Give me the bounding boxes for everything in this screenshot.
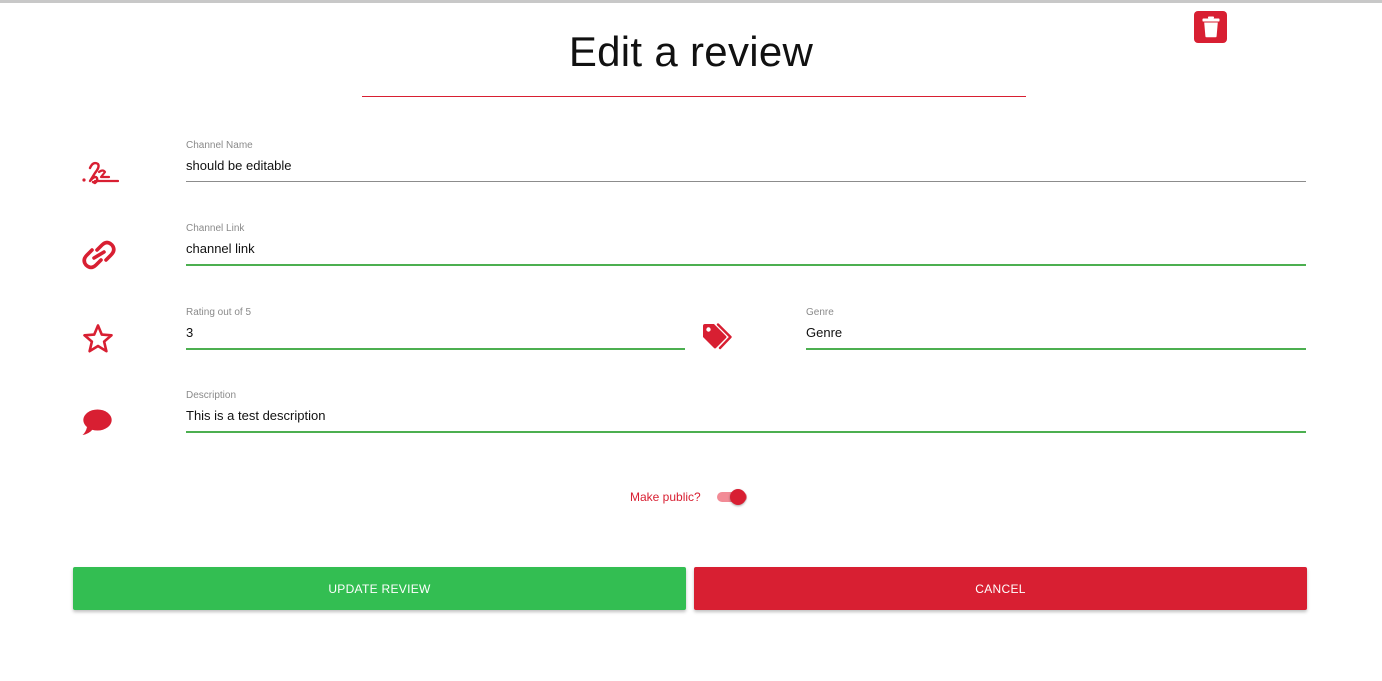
make-public-control: Make public?	[630, 486, 749, 508]
rating-field: Rating out of 5	[186, 307, 685, 354]
top-border	[0, 0, 1382, 3]
channel-name-input[interactable]	[186, 154, 1306, 176]
rating-label: Rating out of 5	[186, 307, 252, 318]
make-public-label: Make public?	[630, 490, 701, 504]
edit-review-page: Edit a review Channel Name Channel Link	[0, 0, 1382, 681]
cancel-button[interactable]: CANCEL	[694, 567, 1307, 610]
genre-input[interactable]	[806, 321, 1306, 343]
channel-link-label: Channel Link	[186, 223, 245, 234]
rating-input[interactable]	[186, 321, 685, 343]
description-input[interactable]	[186, 404, 1306, 426]
channel-link-input[interactable]	[186, 237, 1306, 259]
make-public-toggle[interactable]	[715, 487, 749, 507]
link-icon	[80, 238, 118, 272]
rating-underline	[186, 348, 685, 350]
update-review-button[interactable]: UPDATE REVIEW	[73, 567, 686, 610]
title-divider	[362, 96, 1026, 97]
genre-label: Genre	[806, 307, 834, 318]
channel-link-underline	[186, 264, 1306, 266]
page-title: Edit a review	[568, 28, 814, 75]
channel-link-field: Channel Link	[186, 223, 1306, 270]
description-label: Description	[186, 390, 237, 401]
genre-underline	[806, 348, 1306, 350]
star-icon	[81, 322, 115, 356]
channel-name-field: Channel Name	[186, 140, 1306, 187]
channel-name-underline	[186, 181, 1306, 182]
comment-icon	[80, 406, 114, 438]
genre-field: Genre	[806, 307, 1306, 354]
tags-icon	[700, 322, 734, 354]
description-underline	[186, 431, 1306, 433]
channel-name-label: Channel Name	[186, 140, 253, 151]
signature-icon	[80, 158, 120, 188]
toggle-thumb	[729, 489, 746, 505]
description-field: Description	[186, 390, 1306, 437]
